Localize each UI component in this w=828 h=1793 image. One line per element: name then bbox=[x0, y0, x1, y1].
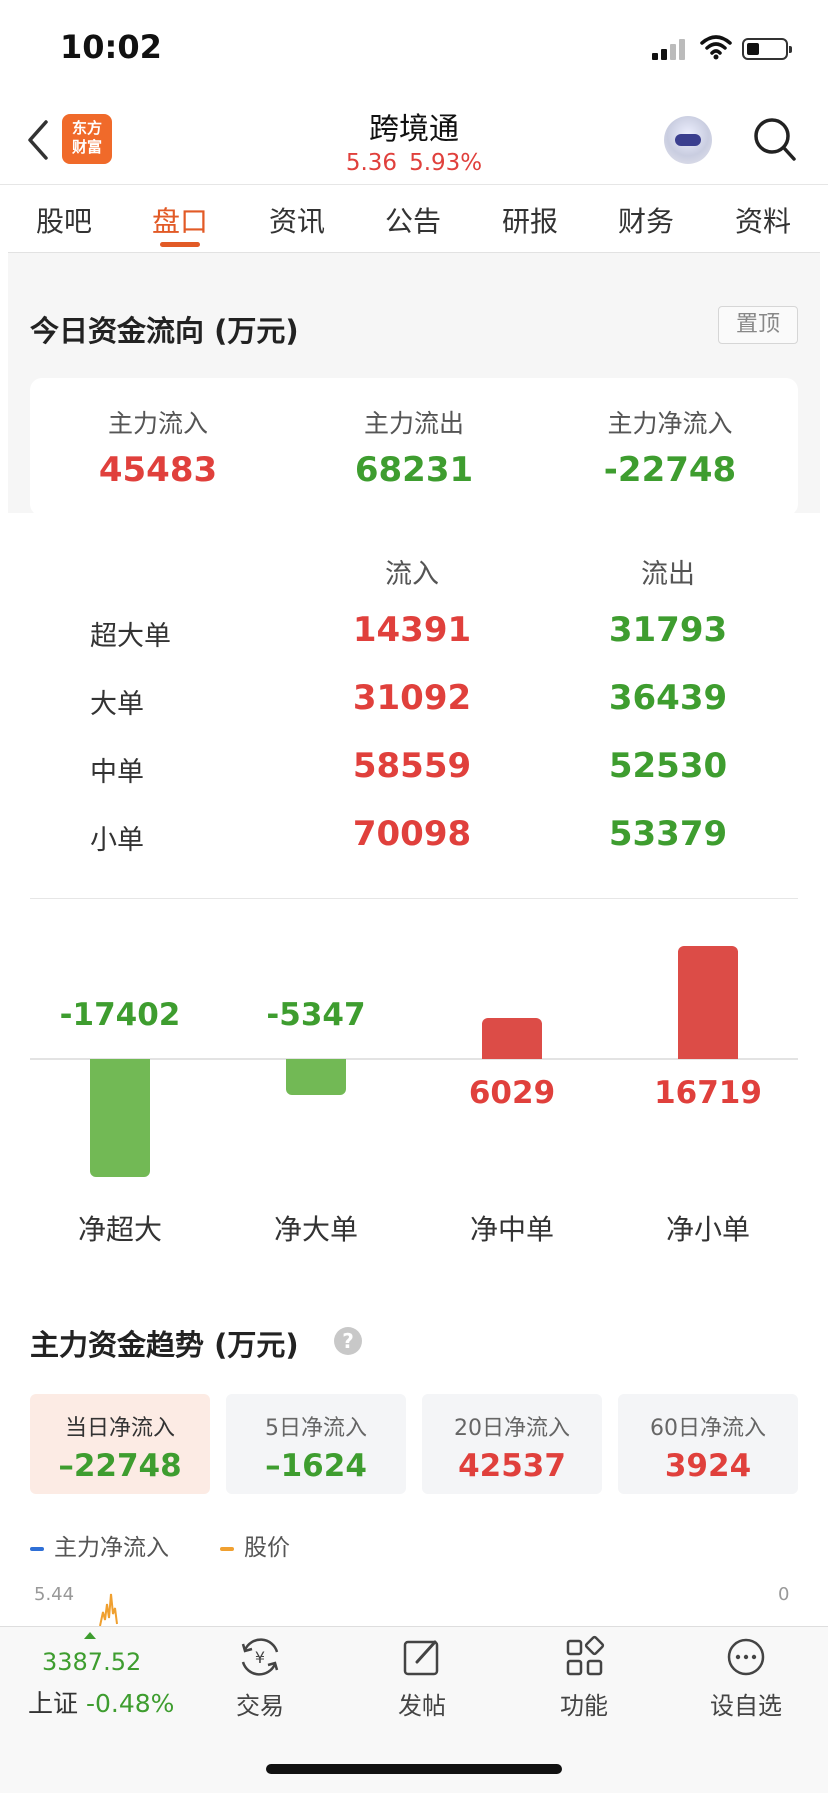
trend-y-left-top: 5.44 bbox=[34, 1584, 75, 1605]
signal-icon bbox=[652, 38, 688, 60]
row-label-medium: 中单 bbox=[90, 757, 144, 788]
row-inflow-super-large: 14391 bbox=[352, 610, 472, 650]
legend-swatch-blue bbox=[30, 1546, 44, 1551]
chart-bar-2 bbox=[286, 1059, 346, 1095]
chart-bar-1 bbox=[90, 1059, 150, 1177]
legend-stock-price: 股价 bbox=[220, 1528, 290, 1562]
chart-category-label-4: 净小单 bbox=[665, 1213, 750, 1246]
nav-label: 功能 bbox=[560, 1692, 608, 1720]
nav-label: 设自选 bbox=[710, 1692, 782, 1720]
period-label: 当日净流入 bbox=[64, 1416, 175, 1441]
fund-flow-title: 今日资金流向 (万元) bbox=[30, 314, 299, 348]
nav-trade[interactable]: ¥ 交易 bbox=[200, 1634, 320, 1721]
tab-pankou[interactable]: 盘口 bbox=[130, 200, 230, 240]
chart-category-label-2: 净大单 bbox=[273, 1213, 358, 1246]
status-time: 10:02 bbox=[60, 28, 162, 66]
column-header-outflow: 流出 bbox=[641, 559, 695, 590]
assistant-robot-icon[interactable] bbox=[664, 116, 712, 164]
tab-guba[interactable]: 股吧 bbox=[14, 200, 114, 240]
nav-label: 发帖 bbox=[398, 1692, 446, 1720]
help-icon[interactable]: ? bbox=[334, 1327, 362, 1355]
chart-bar-value-1: -17402 bbox=[59, 997, 181, 1033]
index-value[interactable]: 3387.52 bbox=[42, 1648, 141, 1676]
row-label-super-large: 超大单 bbox=[90, 621, 171, 652]
tab-profile[interactable]: 资料 bbox=[713, 200, 813, 240]
period-label: 20日净流入 bbox=[454, 1416, 570, 1441]
chart-bar-3 bbox=[482, 1018, 542, 1059]
nav-functions[interactable]: 功能 bbox=[524, 1634, 644, 1721]
row-outflow-small: 53379 bbox=[608, 814, 728, 854]
main-net-inflow-value: -22748 bbox=[603, 450, 737, 490]
index-up-arrow-icon bbox=[84, 1632, 96, 1639]
chart-bar-value-3: 6029 bbox=[468, 1075, 556, 1111]
main-inflow-label: 主力流入 bbox=[107, 409, 208, 438]
main-outflow-label: 主力流出 bbox=[363, 409, 464, 438]
wifi-icon bbox=[700, 35, 732, 60]
row-label-small: 小单 bbox=[90, 825, 144, 856]
section-divider bbox=[30, 898, 798, 899]
row-outflow-medium: 52530 bbox=[608, 746, 728, 786]
index-change: -0.48% bbox=[85, 1689, 175, 1718]
search-icon[interactable] bbox=[752, 116, 798, 164]
period-label: 5日净流入 bbox=[265, 1416, 367, 1441]
period-value: 3924 bbox=[664, 1448, 752, 1484]
trend-y-right-top: 0 bbox=[778, 1584, 790, 1605]
period-card-20d[interactable]: 20日净流入 42537 bbox=[422, 1394, 602, 1494]
chart-bar-value-4: 16719 bbox=[654, 1075, 762, 1111]
period-value: –22748 bbox=[58, 1448, 182, 1484]
row-inflow-small: 70098 bbox=[352, 814, 472, 854]
stock-change-pct: 5.93% bbox=[409, 150, 483, 176]
chart-category-label-3: 净中单 bbox=[469, 1213, 554, 1246]
tab-announcements[interactable]: 公告 bbox=[363, 200, 463, 240]
stock-price: 5.36 bbox=[345, 150, 398, 176]
nav-label: 交易 bbox=[236, 1692, 284, 1720]
apps-icon bbox=[566, 1635, 605, 1676]
period-value: 42537 bbox=[458, 1448, 566, 1484]
period-card-today[interactable]: 当日净流入 –22748 bbox=[30, 1394, 210, 1494]
chart-bar-4 bbox=[678, 946, 738, 1059]
legend-main-net-inflow: 主力净流入 bbox=[30, 1528, 169, 1562]
more-icon bbox=[727, 1638, 765, 1676]
period-label: 60日净流入 bbox=[650, 1416, 766, 1441]
active-tab-indicator bbox=[160, 242, 200, 247]
home-indicator bbox=[266, 1764, 562, 1774]
post-icon bbox=[403, 1640, 439, 1676]
battery-icon bbox=[742, 38, 792, 60]
row-inflow-medium: 58559 bbox=[352, 746, 472, 786]
row-outflow-large: 36439 bbox=[608, 678, 728, 718]
chart-bar-value-2: -5347 bbox=[266, 997, 366, 1033]
main-net-inflow-label: 主力净流入 bbox=[607, 409, 733, 438]
nav-post[interactable]: 发帖 bbox=[362, 1634, 482, 1721]
trade-icon: ¥ bbox=[241, 1638, 279, 1676]
chart-category-label-1: 净超大 bbox=[77, 1213, 162, 1246]
period-card-60d[interactable]: 60日净流入 3924 bbox=[618, 1394, 798, 1494]
index-name: 上证 bbox=[28, 1689, 79, 1718]
legend-swatch-orange bbox=[220, 1546, 234, 1551]
fund-flow-summary-card: 主力流入 45483 主力流出 68231 主力净流入 -22748 bbox=[30, 378, 798, 516]
main-outflow-value: 68231 bbox=[354, 450, 474, 490]
svg-text:¥: ¥ bbox=[255, 1648, 265, 1667]
trend-title: 主力资金趋势 (万元) bbox=[30, 1328, 299, 1362]
period-value: –1624 bbox=[265, 1448, 367, 1484]
tab-news[interactable]: 资讯 bbox=[247, 200, 347, 240]
pin-top-button[interactable]: 置顶 bbox=[718, 306, 798, 344]
tab-finance[interactable]: 财务 bbox=[596, 200, 696, 240]
column-header-inflow: 流入 bbox=[385, 559, 439, 590]
row-inflow-large: 31092 bbox=[352, 678, 472, 718]
row-label-large: 大单 bbox=[90, 689, 144, 720]
header-divider bbox=[0, 184, 828, 185]
nav-add-watchlist[interactable]: 设自选 bbox=[686, 1634, 806, 1721]
trend-price-line bbox=[99, 1593, 118, 1626]
index-quote[interactable]: 上证 -0.48% bbox=[28, 1684, 174, 1720]
main-inflow-value: 45483 bbox=[98, 450, 218, 490]
row-outflow-super-large: 31793 bbox=[608, 610, 728, 650]
tab-research[interactable]: 研报 bbox=[480, 200, 580, 240]
period-card-5d[interactable]: 5日净流入 –1624 bbox=[226, 1394, 406, 1494]
